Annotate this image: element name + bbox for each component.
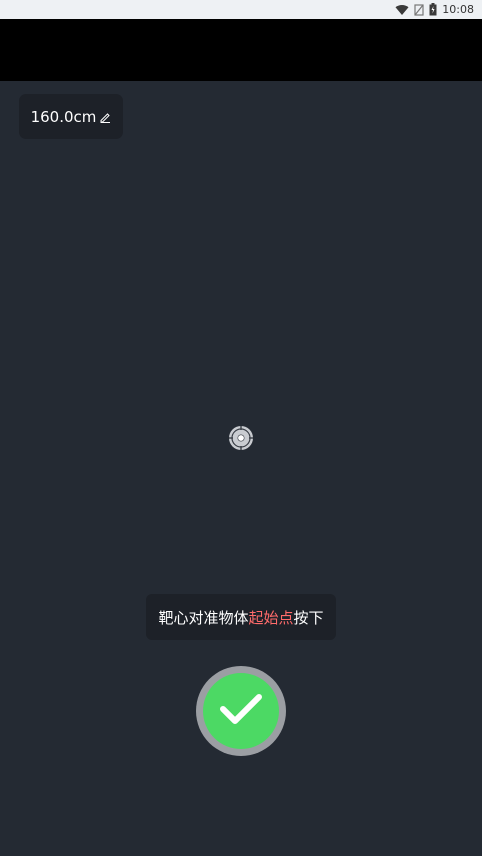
confirm-button[interactable] [196,666,286,756]
battery-icon [429,3,437,16]
status-bar: 10:08 [0,0,482,19]
hint-suffix: 按下 [293,608,324,627]
height-setting-chip[interactable]: 160.0cm [19,94,123,139]
status-time: 10:08 [442,3,474,16]
hint-highlight: 起始点 [248,608,294,627]
instruction-hint: 靶心对准物体 起始点 按下 [146,594,336,640]
height-value: 160.0cm [30,107,97,126]
checkmark-icon [219,692,263,730]
no-signal-icon [414,3,424,16]
crosshair-icon [228,425,254,451]
camera-preview-band [0,19,482,81]
pencil-icon [99,111,111,123]
confirm-button-inner[interactable] [203,673,279,749]
wifi-icon [395,4,409,16]
hint-prefix: 靶心对准物体 [158,608,249,627]
